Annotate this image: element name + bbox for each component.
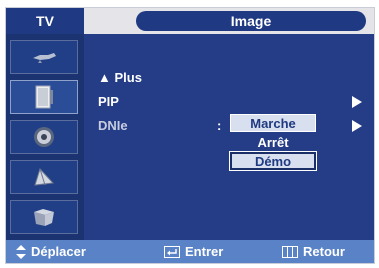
menu-item-plus[interactable]: ▲ Plus bbox=[98, 70, 142, 85]
pip-arrow-icon bbox=[352, 96, 362, 108]
setup-icon bbox=[29, 205, 59, 229]
return-icon bbox=[282, 245, 298, 258]
osd-header: TV Image bbox=[6, 8, 374, 34]
menu-title: Image bbox=[136, 11, 366, 31]
footer-enter: Entrer bbox=[164, 240, 223, 263]
globe-icon bbox=[29, 165, 59, 189]
antenna-icon bbox=[29, 45, 59, 69]
menu-content: ▲ Plus PIP DNIe : Marche Arrêt Démo bbox=[84, 34, 374, 240]
picture-icon bbox=[29, 85, 59, 109]
sidebar-item-setup[interactable] bbox=[10, 200, 78, 234]
osd-screen: TV Image ▲ Plus PIP DNIe: Marche Arrêt … bbox=[5, 7, 375, 264]
up-down-arrow-icon bbox=[16, 244, 26, 259]
speaker-icon bbox=[29, 125, 59, 149]
tv-tab[interactable]: TV bbox=[6, 8, 84, 34]
dnie-dropdown: Marche Arrêt Démo bbox=[229, 114, 317, 171]
menu-sidebar bbox=[6, 34, 84, 240]
menu-item-dnie[interactable]: DNIe bbox=[98, 118, 128, 133]
footer-return-label: Retour bbox=[303, 244, 345, 259]
osd-footer: Déplacer Entrer Retour bbox=[6, 240, 374, 263]
sidebar-item-sound[interactable] bbox=[10, 120, 78, 154]
tv-osd-frame: TV Image ▲ Plus PIP DNIe: Marche Arrêt … bbox=[0, 0, 379, 268]
dnie-separator: : bbox=[217, 118, 222, 133]
enter-icon bbox=[164, 245, 180, 258]
footer-return: Retour bbox=[282, 240, 345, 263]
option-marche[interactable]: Marche bbox=[230, 114, 316, 132]
footer-move-label: Déplacer bbox=[31, 244, 86, 259]
sidebar-item-picture[interactable] bbox=[10, 80, 78, 114]
option-demo[interactable]: Démo bbox=[229, 151, 317, 171]
sidebar-item-channel[interactable] bbox=[10, 160, 78, 194]
footer-enter-label: Entrer bbox=[185, 244, 224, 259]
footer-move: Déplacer bbox=[16, 240, 86, 263]
sidebar-item-input[interactable] bbox=[10, 40, 78, 74]
option-arret[interactable]: Arrêt bbox=[230, 133, 316, 151]
menu-item-pip[interactable]: PIP bbox=[98, 94, 119, 109]
dnie-arrow-icon bbox=[352, 120, 362, 132]
